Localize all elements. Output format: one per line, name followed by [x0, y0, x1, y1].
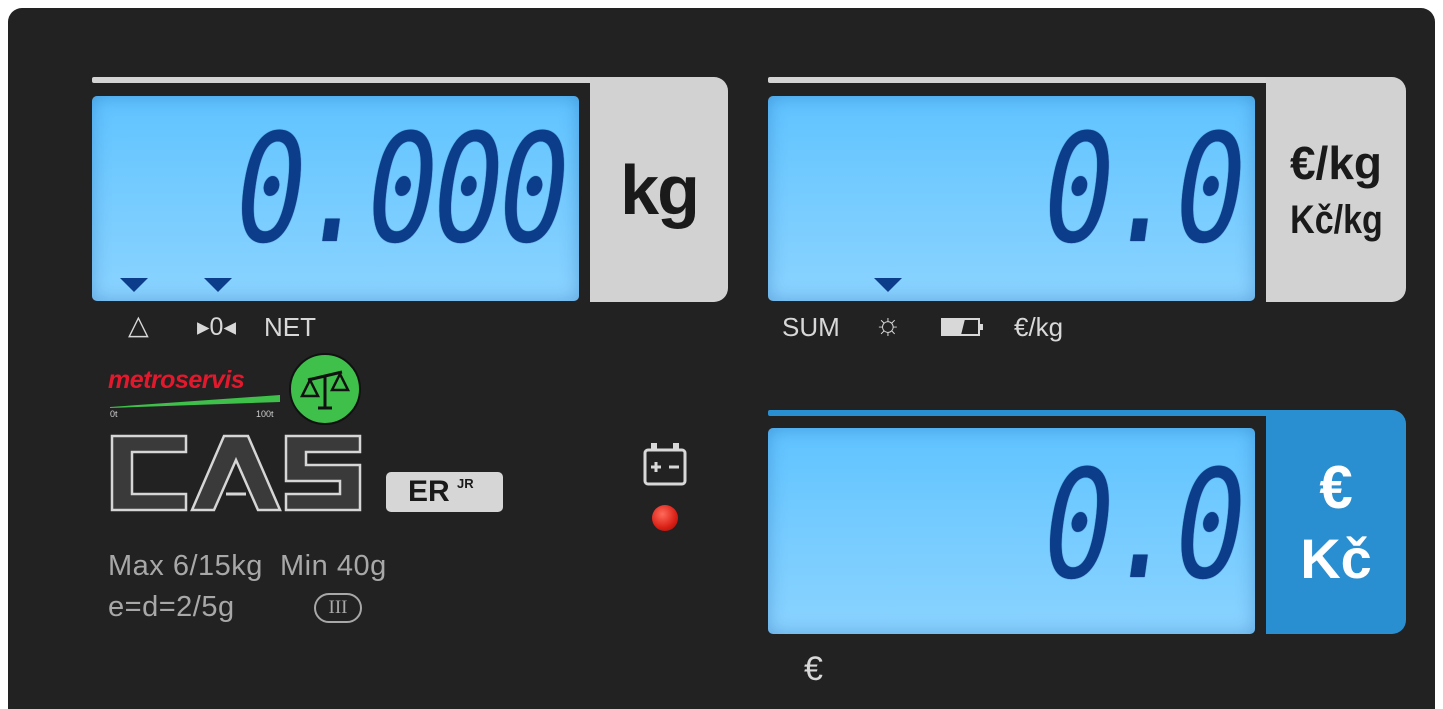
total-price-top-strip — [768, 410, 1328, 416]
spec-division: e=d=2/5g — [108, 591, 235, 623]
tare-symbol: △ — [128, 310, 149, 340]
eur-indicator: € — [804, 650, 823, 688]
weight-unit-label: kg — [620, 150, 700, 229]
battery-level-icon — [941, 316, 997, 338]
weight-lcd: 0.000 — [92, 96, 579, 301]
tare-arrow-indicator — [120, 278, 148, 292]
accuracy-class-badge: III — [314, 593, 362, 623]
unit-czk-per-kg: Kč/kg — [1289, 198, 1383, 242]
sum-arrow-indicator — [874, 278, 902, 292]
model-name: ER — [408, 475, 450, 508]
model-suffix: JR — [457, 476, 474, 491]
battery-icon — [641, 440, 689, 488]
cas-logo-icon — [108, 432, 364, 514]
eur-per-kg-label: €/kg — [1014, 312, 1064, 342]
dealer-logo-ramp — [110, 394, 280, 408]
total-price-digits: 0.0 — [1031, 439, 1254, 613]
unit-eur-per-kg: €/kg — [1289, 137, 1383, 189]
sum-label: SUM — [782, 312, 840, 342]
dealer-scale-emblem-icon — [288, 352, 362, 426]
weight-unit-box: kg — [590, 77, 728, 302]
dealer-logo-text: metroservis — [108, 366, 245, 394]
model-badge: ER JR — [386, 472, 503, 512]
net-label: NET — [264, 312, 316, 342]
zero-symbol: ▸0◂ — [197, 313, 237, 341]
power-led-icon — [652, 505, 678, 531]
unit-price-unit-box: €/kg Kč/kg — [1266, 77, 1406, 302]
weight-digits: 0.000 — [223, 103, 578, 277]
unit-price-lcd: 0.0 — [768, 96, 1255, 301]
dealer-scale-min: 0t — [110, 409, 118, 419]
total-price-lcd: 0.0 — [768, 428, 1255, 634]
unit-price-digits: 0.0 — [1031, 103, 1254, 277]
spec-capacity: Max 6/15kg Min 40g — [108, 550, 387, 582]
currency-box: € Kč — [1266, 410, 1406, 634]
currency-eur: € — [1319, 454, 1353, 521]
unit-price-top-strip — [768, 77, 1328, 83]
zero-arrow-indicator — [204, 278, 232, 292]
backlight-icon: ☼ — [874, 308, 902, 341]
currency-czk: Kč — [1300, 527, 1372, 590]
dealer-scale-max: 100t — [256, 409, 274, 419]
